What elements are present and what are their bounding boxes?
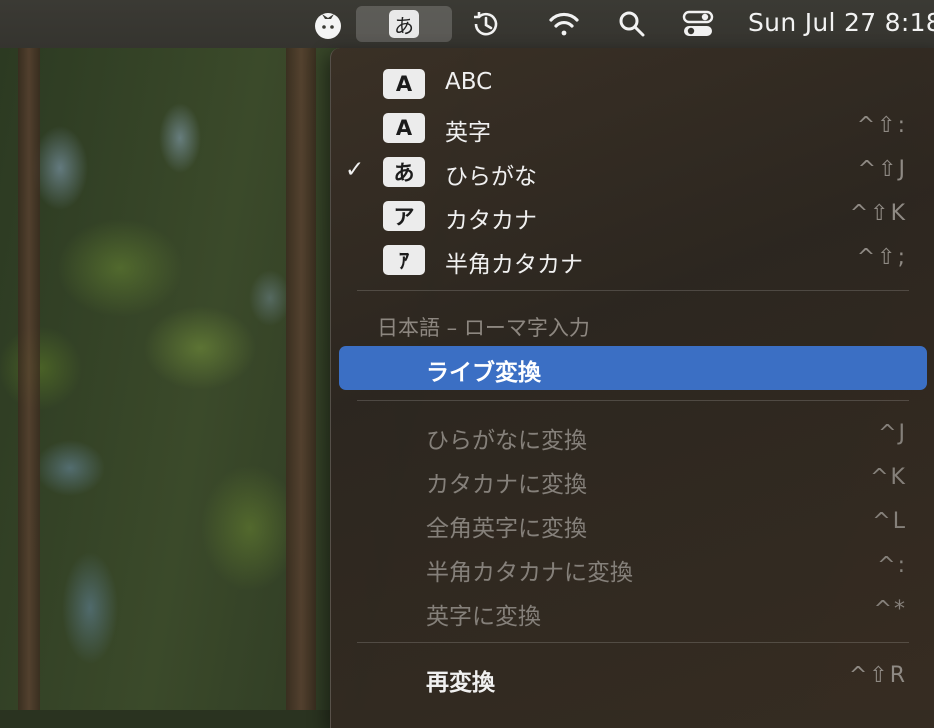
menu-item-katakana[interactable]: ア カタカナ ^⇧K <box>331 195 934 235</box>
menu-item-reconvert[interactable]: 再変換 ^⇧R <box>331 657 934 697</box>
input-source-badge: ｱ <box>383 245 425 275</box>
menu-bar-clock[interactable]: Sun Jul 27 8:18 <box>748 8 934 37</box>
menu-separator <box>357 290 909 291</box>
menu-item-convert-alpha: 英字に変換 ^* <box>331 591 934 631</box>
menu-separator <box>357 400 909 401</box>
tomato-timer-icon[interactable] <box>308 6 348 42</box>
input-source-badge: A <box>383 69 425 99</box>
menu-item-label: ABC <box>445 69 493 95</box>
keyboard-shortcut: ^⇧K <box>849 201 907 226</box>
menu-item-label: ライブ変換 <box>426 360 541 386</box>
keyboard-shortcut: ^⇧R <box>848 663 907 688</box>
menu-item-label: カタカナに変換 <box>426 472 587 498</box>
menu-separator <box>357 642 909 643</box>
menu-item-label: 英字 <box>445 120 491 146</box>
menu-item-halfwidth-katakana[interactable]: ｱ 半角カタカナ ^⇧; <box>331 239 934 279</box>
keyboard-shortcut: ^⇧; <box>856 245 907 270</box>
menu-item-label: カタカナ <box>445 208 537 234</box>
time-machine-icon[interactable] <box>466 6 506 42</box>
menu-item-label: ひらがな <box>445 164 537 190</box>
keyboard-shortcut: ^: <box>877 553 907 578</box>
section-title: 日本語 – ローマ字入力 <box>377 316 590 340</box>
input-source-badge: A <box>383 113 425 143</box>
keyboard-shortcut: ^* <box>873 597 907 622</box>
checkmark-icon: ✓ <box>345 157 365 183</box>
input-source-badge: あ <box>383 157 425 187</box>
menu-item-abc[interactable]: A ABC <box>331 63 934 103</box>
menu-item-label: 半角カタカナに変換 <box>426 560 633 586</box>
input-source-badge: あ <box>389 10 419 38</box>
tree-trunk <box>18 48 40 710</box>
input-source-badge: ア <box>383 201 425 231</box>
menu-item-label: 半角カタカナ <box>445 252 583 278</box>
menu-item-label: 英字に変換 <box>426 604 541 630</box>
menu-item-convert-hiragana: ひらがなに変換 ^J <box>331 415 934 455</box>
tree-trunk <box>286 48 316 710</box>
input-menu-button[interactable]: あ <box>356 6 452 42</box>
menu-item-label: 全角英字に変換 <box>426 516 587 542</box>
menu-item-label: 再変換 <box>426 670 495 696</box>
menu-item-convert-halfwidth-katakana: 半角カタカナに変換 ^: <box>331 547 934 587</box>
menu-item-live-conversion[interactable]: ライブ変換 <box>339 346 927 390</box>
menu-item-convert-katakana: カタカナに変換 ^K <box>331 459 934 499</box>
control-center-icon[interactable] <box>676 6 720 42</box>
input-source-menu: A ABC A 英字 ^⇧: ✓ あ ひらがな ^⇧J ア カタカナ ^⇧K ｱ… <box>330 48 934 728</box>
keyboard-shortcut: ^⇧J <box>857 157 907 182</box>
menu-item-convert-fullwidth-alpha: 全角英字に変換 ^L <box>331 503 934 543</box>
wifi-icon[interactable] <box>544 6 584 42</box>
keyboard-shortcut: ^K <box>870 465 907 490</box>
spotlight-search-icon[interactable] <box>612 6 652 42</box>
menu-item-label: ひらがなに変換 <box>426 428 587 454</box>
keyboard-shortcut: ^L <box>872 509 907 534</box>
menu-item-hiragana[interactable]: ✓ あ ひらがな ^⇧J <box>331 151 934 191</box>
menu-item-eiji[interactable]: A 英字 ^⇧: <box>331 107 934 147</box>
keyboard-shortcut: ^⇧: <box>856 113 907 138</box>
keyboard-shortcut: ^J <box>878 421 907 446</box>
menu-bar: あ Sun Jul 27 8:18 <box>0 0 934 48</box>
